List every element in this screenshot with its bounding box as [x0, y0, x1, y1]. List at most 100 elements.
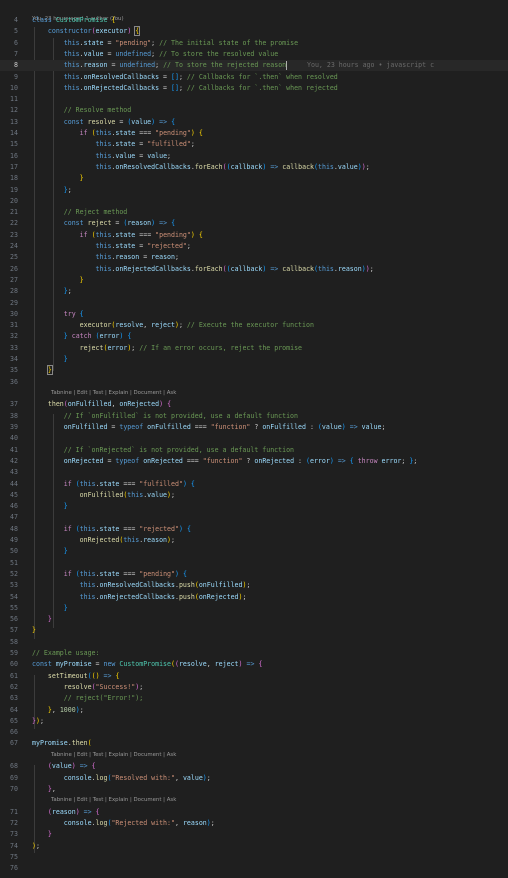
line-code: }, 1000); — [32, 705, 84, 716]
code-line[interactable]: 74); — [0, 841, 508, 852]
code-line[interactable]: 25 this.reason = reason; — [0, 252, 508, 263]
code-line[interactable]: 44 if (this.state === "fulfilled") { — [0, 479, 508, 490]
code-line[interactable]: 37 then(onFulfilled, onRejected) { — [0, 399, 508, 410]
code-line[interactable]: 36 — [0, 377, 508, 388]
code-line[interactable]: 42 onRejected = typeof onRejected === "f… — [0, 456, 508, 467]
code-line[interactable]: 54 this.onRejectedCallbacks.push(onRejec… — [0, 592, 508, 603]
code-line[interactable]: 72 console.log("Rejected with:", reason)… — [0, 818, 508, 829]
code-line[interactable]: 16 this.value = value; — [0, 151, 508, 162]
line-number: 20 — [10, 196, 18, 205]
code-line[interactable]: 31 executor(resolve, reject); // Execute… — [0, 320, 508, 331]
code-line[interactable]: 60 const myPromise = new CustomPromise((r… — [0, 659, 508, 670]
code-line[interactable]: 30 try { — [0, 309, 508, 320]
code-line[interactable]: 6 this.state = "pending"; // The initial… — [0, 38, 508, 49]
code-line[interactable]: 22 const reject = (reason) => { — [0, 218, 508, 229]
code-line[interactable]: 66 — [0, 727, 508, 738]
code-line[interactable]: 43 — [0, 467, 508, 478]
code-line[interactable]: 62 resolve("Success!"); — [0, 682, 508, 693]
code-line[interactable]: 20 — [0, 196, 508, 207]
code-line[interactable]: 34 } — [0, 354, 508, 365]
code-line[interactable]: 8 this.reason = undefined; // To store t… — [0, 60, 508, 72]
ai-codelens[interactable]: Tabnine | Edit | Test | Explain | Docume… — [0, 751, 508, 760]
code-line[interactable]: 75 — [0, 852, 508, 863]
code-line[interactable]: 70 }, — [0, 784, 508, 795]
code-line[interactable]: 73 } — [0, 829, 508, 840]
line-number: 65 — [10, 716, 18, 725]
code-line[interactable]: 50 } — [0, 546, 508, 557]
code-line[interactable]: 63 // reject("Error!"); — [0, 693, 508, 704]
code-line[interactable]: 55 } — [0, 603, 508, 614]
code-line[interactable]: 26 this.onRejectedCallbacks.forEach((cal… — [0, 264, 508, 275]
line-code: try { — [32, 309, 84, 320]
ai-codelens[interactable]: Tabnine | Edit | Test | Explain | Docume… — [0, 389, 508, 398]
code-line[interactable]: 58 — [0, 637, 508, 648]
code-line[interactable]: 46 } — [0, 501, 508, 512]
code-line[interactable]: 32 } catch (error) { — [0, 331, 508, 342]
code-line[interactable]: 24 this.state = "rejected"; — [0, 241, 508, 252]
ai-codelens[interactable]: Tabnine | Edit | Test | Explain | Docume… — [0, 796, 508, 805]
code-line[interactable]: 51 — [0, 558, 508, 569]
code-token: reason — [143, 536, 168, 544]
code-line[interactable]: 45 onFulfilled(this.value); — [0, 490, 508, 501]
code-line[interactable]: 53 this.onResolvedCallbacks.push(onFulfi… — [0, 580, 508, 591]
codelens-actions[interactable]: Tabnine | Edit | Test | Explain | Docume… — [51, 796, 176, 805]
line-code: this.reason = undefined; // To store the… — [32, 60, 434, 71]
code-line[interactable]: 68 (value) => { — [0, 761, 508, 772]
code-line[interactable]: 49 onRejected(this.reason); — [0, 535, 508, 546]
code-token: "Resolved with:" — [111, 773, 175, 782]
line-code: (value) => { — [32, 761, 96, 772]
code-line[interactable]: 12 // Resolve method — [0, 105, 508, 116]
code-line[interactable]: 57} — [0, 625, 508, 636]
code-line[interactable]: 35 } — [0, 365, 508, 376]
code-line[interactable]: 21 // Reject method — [0, 207, 508, 218]
code-line[interactable]: 76 — [0, 863, 508, 874]
code-line[interactable]: 38 // If `onFulfilled` is not provided, … — [0, 411, 508, 422]
code-line[interactable]: 64 }, 1000); — [0, 705, 508, 716]
code-line[interactable]: 56 } — [0, 614, 508, 625]
code-token: callback — [282, 162, 315, 171]
code-token: = — [159, 83, 171, 92]
code-line[interactable]: 29 — [0, 298, 508, 309]
code-line[interactable]: 47 — [0, 512, 508, 523]
code-line[interactable]: 41 // If `onRejected` is not provided, u… — [0, 445, 508, 456]
code-line[interactable]: 69 console.log("Resolved with:", value); — [0, 773, 508, 784]
git-blame-codelens[interactable]: You, 23 hours ago | 1 author (You) — [0, 6, 508, 22]
line-code: }); — [32, 716, 44, 727]
code-line[interactable]: 18 } — [0, 173, 508, 184]
code-line[interactable]: 59 // Example usage: — [0, 648, 508, 659]
code-token: reject — [151, 321, 175, 330]
code-line[interactable]: 33 reject(error); // If an error occurs,… — [0, 343, 508, 354]
code-line[interactable]: 15 this.state = "fulfilled"; — [0, 139, 508, 150]
code-line[interactable]: 28 }; — [0, 286, 508, 297]
code-line[interactable]: 7 this.value = undefined; // To store th… — [0, 49, 508, 60]
code-line[interactable]: 19 }; — [0, 185, 508, 196]
code-line[interactable]: 5 constructor(executor) { — [0, 26, 508, 37]
code-token: onRejected — [254, 456, 295, 465]
code-line[interactable]: 67 myPromise.then( — [0, 738, 508, 749]
code-editor[interactable]: You, 23 hours ago | 1 author (You) 4 clas… — [0, 0, 508, 878]
code-line[interactable]: 65}); — [0, 716, 508, 727]
code-line[interactable]: 71 (reason) => { — [0, 807, 508, 818]
code-line[interactable]: 4 class CustomPromise { — [0, 15, 508, 26]
codelens-actions[interactable]: Tabnine | Edit | Test | Explain | Docume… — [51, 389, 176, 398]
code-line[interactable]: 27 } — [0, 275, 508, 286]
code-line[interactable]: 9 this.onResolvedCallbacks = []; // Call… — [0, 72, 508, 83]
line-number: 61 — [10, 671, 18, 680]
line-number: 14 — [10, 129, 18, 137]
code-line[interactable]: 11 — [0, 94, 508, 105]
code-line[interactable]: 40 — [0, 433, 508, 444]
code-line[interactable]: 23 if (this.state === "pending") { — [0, 230, 508, 241]
codelens-actions[interactable]: Tabnine | Edit | Test | Explain | Docume… — [51, 751, 176, 760]
code-line[interactable]: 13 const resolve = (value) => { — [0, 117, 508, 128]
code-line[interactable]: 14 if (this.state === "pending") { — [0, 128, 508, 139]
code-token: { — [171, 219, 176, 228]
code-line[interactable]: 52 if (this.state === "pending") { — [0, 569, 508, 580]
code-token: , — [143, 321, 152, 330]
code-token: } — [47, 615, 52, 624]
code-line[interactable]: 61 setTimeout(() => { — [0, 671, 508, 682]
code-line[interactable]: 17 this.onResolvedCallbacks.forEach((cal… — [0, 162, 508, 173]
code-line[interactable]: 39 onFulfilled = typeof onFulfilled === … — [0, 422, 508, 433]
code-token: // The initial state of the promise — [159, 38, 299, 47]
code-line[interactable]: 48 if (this.state === "rejected") { — [0, 524, 508, 535]
code-line[interactable]: 10 this.onRejectedCallbacks = []; // Cal… — [0, 83, 508, 94]
